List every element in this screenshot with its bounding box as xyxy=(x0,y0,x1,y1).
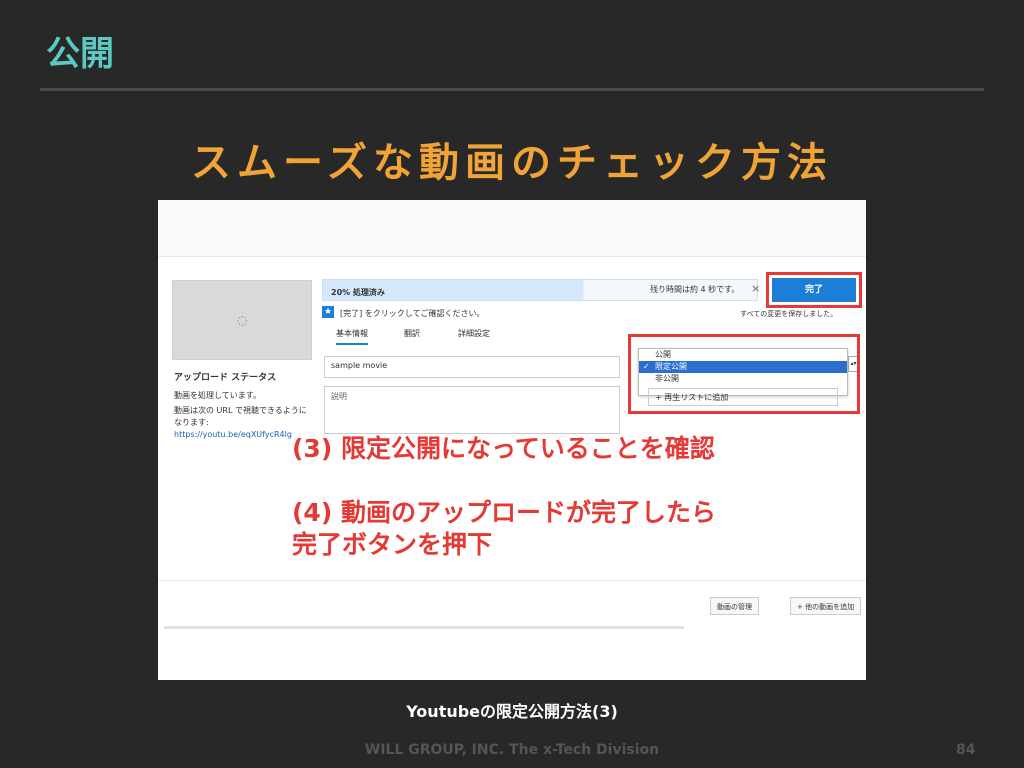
manage-videos-button[interactable]: 動画の管理 xyxy=(710,597,759,615)
slide-heading: 公開 xyxy=(46,34,114,74)
visibility-highlight xyxy=(628,334,860,414)
saved-status: すべての変更を保存しました。 xyxy=(740,310,838,318)
star-icon: ★ xyxy=(322,306,334,318)
slide-footer: WILL GROUP, INC. The x-Tech Division xyxy=(364,742,660,758)
video-thumbnail: ◌ xyxy=(172,280,312,360)
upload-status-heading: アップロード ステータス xyxy=(174,373,277,383)
progress-label: 20% 処理済み xyxy=(331,288,385,297)
video-url-link[interactable]: https://youtu.be/eqXUfycR4lg xyxy=(174,429,292,441)
tab-advanced-settings[interactable]: 詳細設定 xyxy=(458,328,490,339)
description-field[interactable]: 説明 xyxy=(324,386,620,434)
done-button-highlight xyxy=(766,272,862,308)
youtube-upload-screenshot: ◌ アップロード ステータス 動画を処理しています。 動画は次の URL で視聴… xyxy=(158,200,866,680)
tab-translation[interactable]: 翻訳 xyxy=(404,328,420,339)
screenshot-caption: Youtubeの限定公開方法(3) xyxy=(406,702,618,721)
slide-title: スムーズな動画のチェック方法 xyxy=(191,140,833,186)
remaining-time: 残り時間は約 4 秒です。 xyxy=(650,285,740,294)
screenshot-top-bar xyxy=(158,200,866,257)
annotation-check-unlisted: (3) 限定公開になっていることを確認 xyxy=(292,434,715,463)
loading-spinner-icon: ◌ xyxy=(237,313,248,327)
annotation-press-done-line1: (4) 動画のアップロードが完了したら xyxy=(292,498,716,527)
add-more-videos-button[interactable]: + 他の動画を追加 xyxy=(790,597,862,615)
annotation-press-done-line2: 完了ボタンを押下 xyxy=(292,530,493,559)
upload-status-processing: 動画を処理しています。 xyxy=(174,391,261,400)
close-icon[interactable]: × xyxy=(751,282,760,295)
tab-basic-info[interactable]: 基本情報 xyxy=(336,328,368,345)
upload-status-url-note: 動画は次の URL で視聴できるように xyxy=(174,406,307,415)
bottom-divider xyxy=(158,580,866,581)
bottom-scroll-rule xyxy=(164,626,684,629)
title-input[interactable]: sample movie xyxy=(324,356,620,378)
page-number: 84 xyxy=(956,742,976,758)
instruction-text: [完了] をクリックしてご確認ください。 xyxy=(340,309,485,318)
upload-status-url-note-2: なります: xyxy=(174,418,209,427)
heading-divider xyxy=(40,88,984,91)
